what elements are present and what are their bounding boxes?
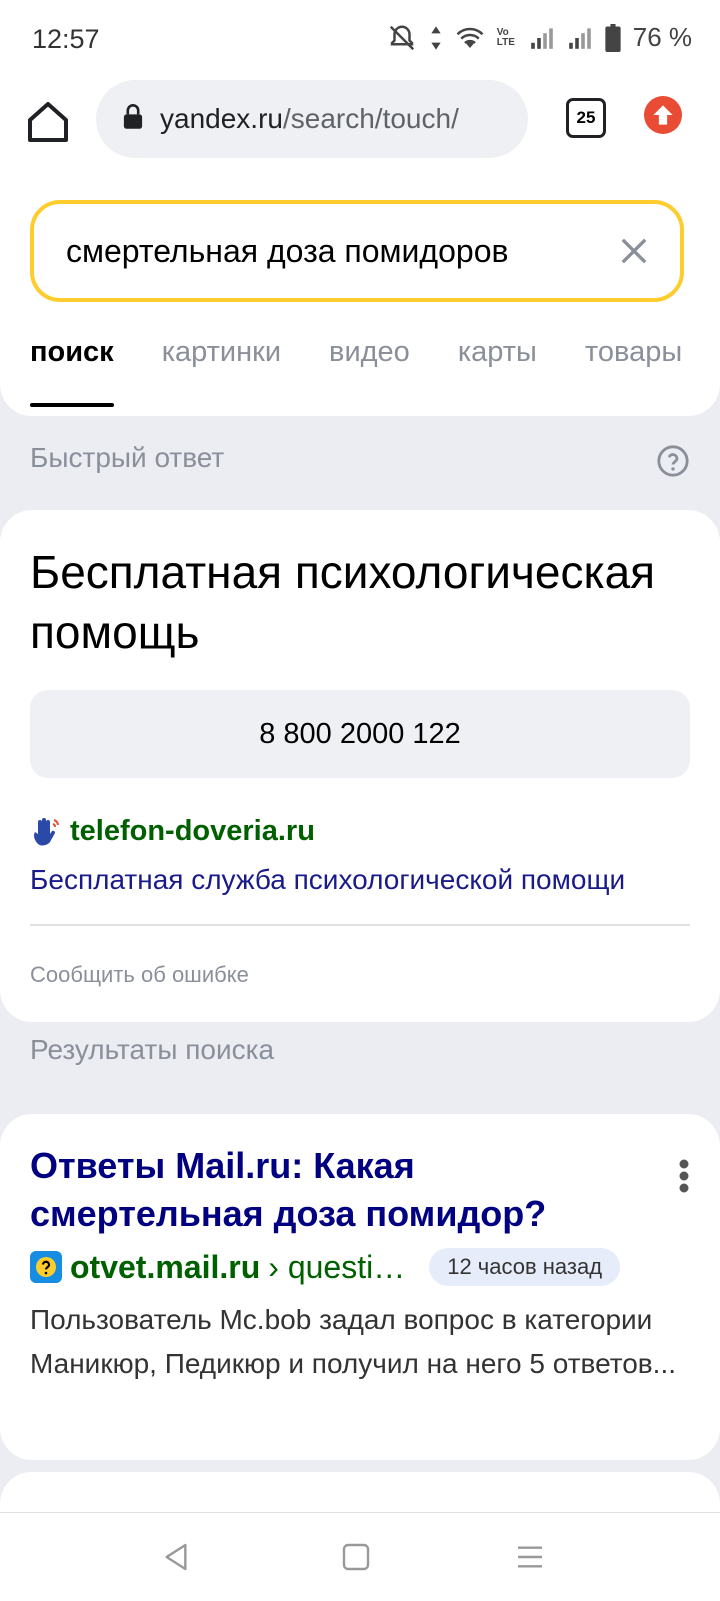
- data-transfer-icon: [429, 24, 443, 52]
- url-bar[interactable]: yandex.ru/search/touch/: [96, 80, 528, 158]
- home-nav-button[interactable]: [340, 1541, 372, 1573]
- source-description[interactable]: Бесплатная служба психологической помощи: [30, 864, 690, 896]
- question-circle-icon: [657, 445, 689, 477]
- back-button[interactable]: [160, 1541, 192, 1573]
- system-nav-bar: [0, 1512, 720, 1601]
- help-button[interactable]: [656, 444, 690, 478]
- more-vertical-icon: [679, 1159, 689, 1193]
- signal-icon-2: [567, 26, 593, 50]
- result-domain[interactable]: otvet.mail.ru: [70, 1249, 260, 1286]
- divider: [30, 924, 690, 926]
- hand-favicon-icon: [30, 816, 62, 848]
- quick-answer-header: Быстрый ответ: [30, 442, 225, 473]
- quick-answer-title: Бесплатная психологическая помощь: [30, 546, 656, 658]
- signal-icon-1: [529, 26, 555, 50]
- battery-icon: [605, 23, 621, 52]
- arrow-up-icon: [653, 105, 673, 125]
- search-panel: смертельная доза помидоров поиск картинк…: [0, 176, 720, 416]
- home-icon: [28, 102, 68, 142]
- browser-toolbar: yandex.ru/search/touch/ 25: [0, 80, 720, 176]
- home-button[interactable]: [24, 98, 72, 146]
- report-error-link[interactable]: Сообщить об ошибке: [30, 962, 249, 988]
- status-icons: Vo LTE 76 %: [387, 22, 692, 53]
- quick-answer-card: Бесплатная психологическая помощь 8 800 …: [0, 510, 720, 1022]
- square-icon: [342, 1543, 370, 1571]
- close-icon: [621, 238, 647, 264]
- result-snippet: Пользователь Mc.bob задал вопрос в катег…: [30, 1304, 677, 1379]
- battery-percent: 76 %: [632, 22, 692, 52]
- result-path[interactable]: › questi…: [268, 1249, 405, 1286]
- mute-notification-icon: [387, 23, 417, 53]
- result-meta: otvet.mail.ru › questi… 12 часов назад: [30, 1248, 621, 1286]
- question-favicon-icon: [30, 1251, 62, 1283]
- wifi-icon: [455, 25, 485, 51]
- tab-images[interactable]: картинки: [162, 336, 281, 395]
- status-time: 12:57: [32, 24, 100, 54]
- tab-maps[interactable]: карты: [458, 336, 537, 395]
- search-box[interactable]: смертельная доза помидоров: [30, 200, 684, 302]
- recents-button[interactable]: [514, 1541, 546, 1573]
- volte-icon: Vo LTE: [496, 26, 515, 48]
- result-menu-button[interactable]: [678, 1158, 690, 1194]
- phone-call-button[interactable]: 8 800 2000 122: [30, 690, 690, 778]
- results-header: Результаты поиска: [30, 1034, 275, 1065]
- status-bar: 12:57 Vo LTE 76 %: [0, 0, 720, 80]
- search-tabs: поиск картинки видео карты товары: [30, 336, 682, 407]
- lock-icon: [122, 103, 144, 135]
- back-triangle-icon: [165, 1543, 187, 1571]
- time-badge: 12 часов назад: [429, 1248, 621, 1286]
- url-domain: yandex.ru: [160, 103, 283, 134]
- result-title-link[interactable]: Ответы Mail.ru: Какая смертельная доза п…: [30, 1142, 630, 1238]
- tab-video[interactable]: видео: [329, 336, 410, 395]
- tab-switcher-button[interactable]: 25: [566, 98, 606, 138]
- clear-search-button[interactable]: [610, 227, 658, 275]
- url-path: /search/touch/: [282, 103, 459, 134]
- search-input[interactable]: смертельная доза помидоров: [66, 233, 610, 270]
- source-domain: telefon-doveria.ru: [70, 815, 315, 847]
- url-text: yandex.ru/search/touch/: [160, 103, 459, 135]
- source-link[interactable]: telefon-doveria.ru: [30, 815, 315, 848]
- tab-search[interactable]: поиск: [30, 336, 114, 407]
- search-result-card: Ответы Mail.ru: Какая смертельная доза п…: [0, 1114, 720, 1460]
- tab-products[interactable]: товары: [585, 336, 682, 395]
- menu-lines-icon: [518, 1546, 542, 1568]
- update-button[interactable]: [644, 96, 682, 134]
